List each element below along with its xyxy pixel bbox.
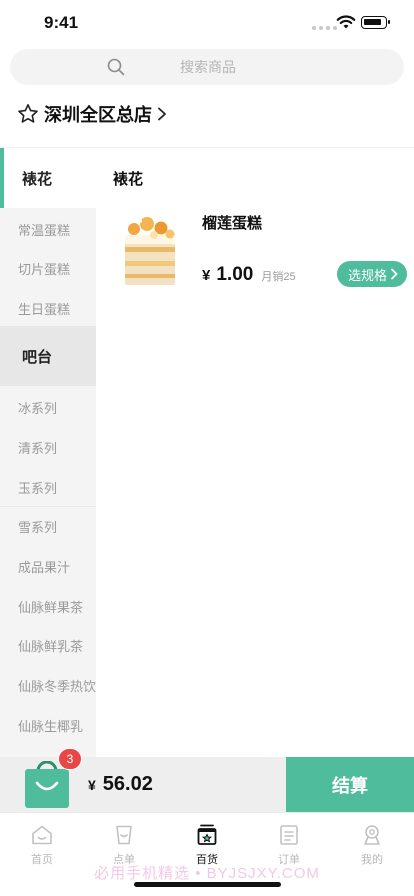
category-group-label: 吧台 (22, 348, 53, 366)
product-name[interactable]: 榴莲蛋糕 (202, 212, 262, 233)
store-icon (197, 824, 217, 845)
cellular-signal-icon (312, 26, 337, 30)
tab-profile[interactable]: 我的 (342, 823, 402, 867)
cart-count-badge: 3 (58, 748, 82, 770)
category-item[interactable]: 生日蛋糕 (18, 299, 96, 318)
product-image[interactable] (122, 209, 178, 287)
price-currency: ¥ (202, 267, 211, 284)
category-item[interactable]: 仙脉鲜果茶 (18, 597, 96, 616)
store-selector[interactable]: 深圳全区总店 (16, 100, 168, 128)
store-name[interactable]: 深圳全区总店 (44, 101, 152, 127)
search-bar[interactable] (10, 49, 404, 85)
chevron-right-icon (391, 268, 398, 280)
battery-icon (361, 16, 390, 29)
cart-total: ¥ 56.02 (88, 773, 153, 796)
tab-store[interactable]: 百货 (177, 823, 237, 867)
search-icon (107, 58, 125, 76)
search-input[interactable] (180, 49, 300, 85)
home-indicator[interactable] (134, 882, 281, 887)
category-item[interactable]: 雪系列 (18, 517, 96, 536)
price-value: 1.00 (216, 264, 254, 285)
category-item[interactable]: 冰系列 (18, 398, 96, 417)
watermark: 必用手机精选 • BYJSJXY.COM (94, 865, 320, 882)
tab-orders[interactable]: 订单 (259, 823, 319, 867)
profile-icon (364, 825, 380, 845)
status-bar: 9:41 (0, 0, 414, 44)
cart-bar: 3 ¥ 56.02 结算 (0, 748, 414, 812)
product-price: ¥ 1.00 月销25 (202, 264, 296, 286)
category-item[interactable]: 常温蛋糕 (18, 220, 96, 239)
star-icon[interactable] (16, 102, 40, 126)
cart-currency: ¥ (88, 777, 96, 793)
category-item[interactable]: 仙脉冬季热饮 (18, 676, 96, 695)
order-icon (280, 825, 298, 845)
section-title: 裱花 (113, 171, 144, 188)
divider (0, 506, 96, 507)
category-item[interactable]: 仙脉鲜乳茶 (18, 636, 96, 655)
category-item[interactable]: 仙脉生椰乳 (18, 716, 96, 735)
category-sidebar[interactable]: 裱花 常温蛋糕 切片蛋糕 生日蛋糕 吧台 冰系列 清系列 玉系列 雪系列 成品果… (0, 148, 96, 757)
category-group-biaohua[interactable]: 裱花 (0, 148, 96, 208)
status-time: 9:41 (44, 13, 79, 32)
category-item[interactable]: 清系列 (18, 438, 96, 457)
category-item[interactable]: 玉系列 (18, 478, 96, 497)
tab-order-food[interactable]: 点单 (94, 823, 154, 867)
home-icon (32, 825, 52, 845)
wifi-icon (336, 15, 356, 29)
monthly-sales: 月销25 (261, 271, 296, 283)
select-spec-button[interactable]: 选规格 (337, 261, 407, 287)
cart-amount: 56.02 (102, 773, 153, 795)
category-item[interactable]: 成品果汁 (18, 557, 96, 576)
checkout-button[interactable]: 结算 (286, 757, 414, 812)
chevron-right-icon (158, 107, 166, 121)
category-item[interactable]: 切片蛋糕 (18, 259, 96, 278)
category-group-bataii[interactable]: 吧台 (0, 326, 96, 386)
cup-icon (116, 825, 132, 845)
category-group-label: 裱花 (22, 170, 53, 188)
select-spec-label: 选规格 (347, 267, 387, 283)
tab-home[interactable]: 首页 (12, 823, 72, 867)
